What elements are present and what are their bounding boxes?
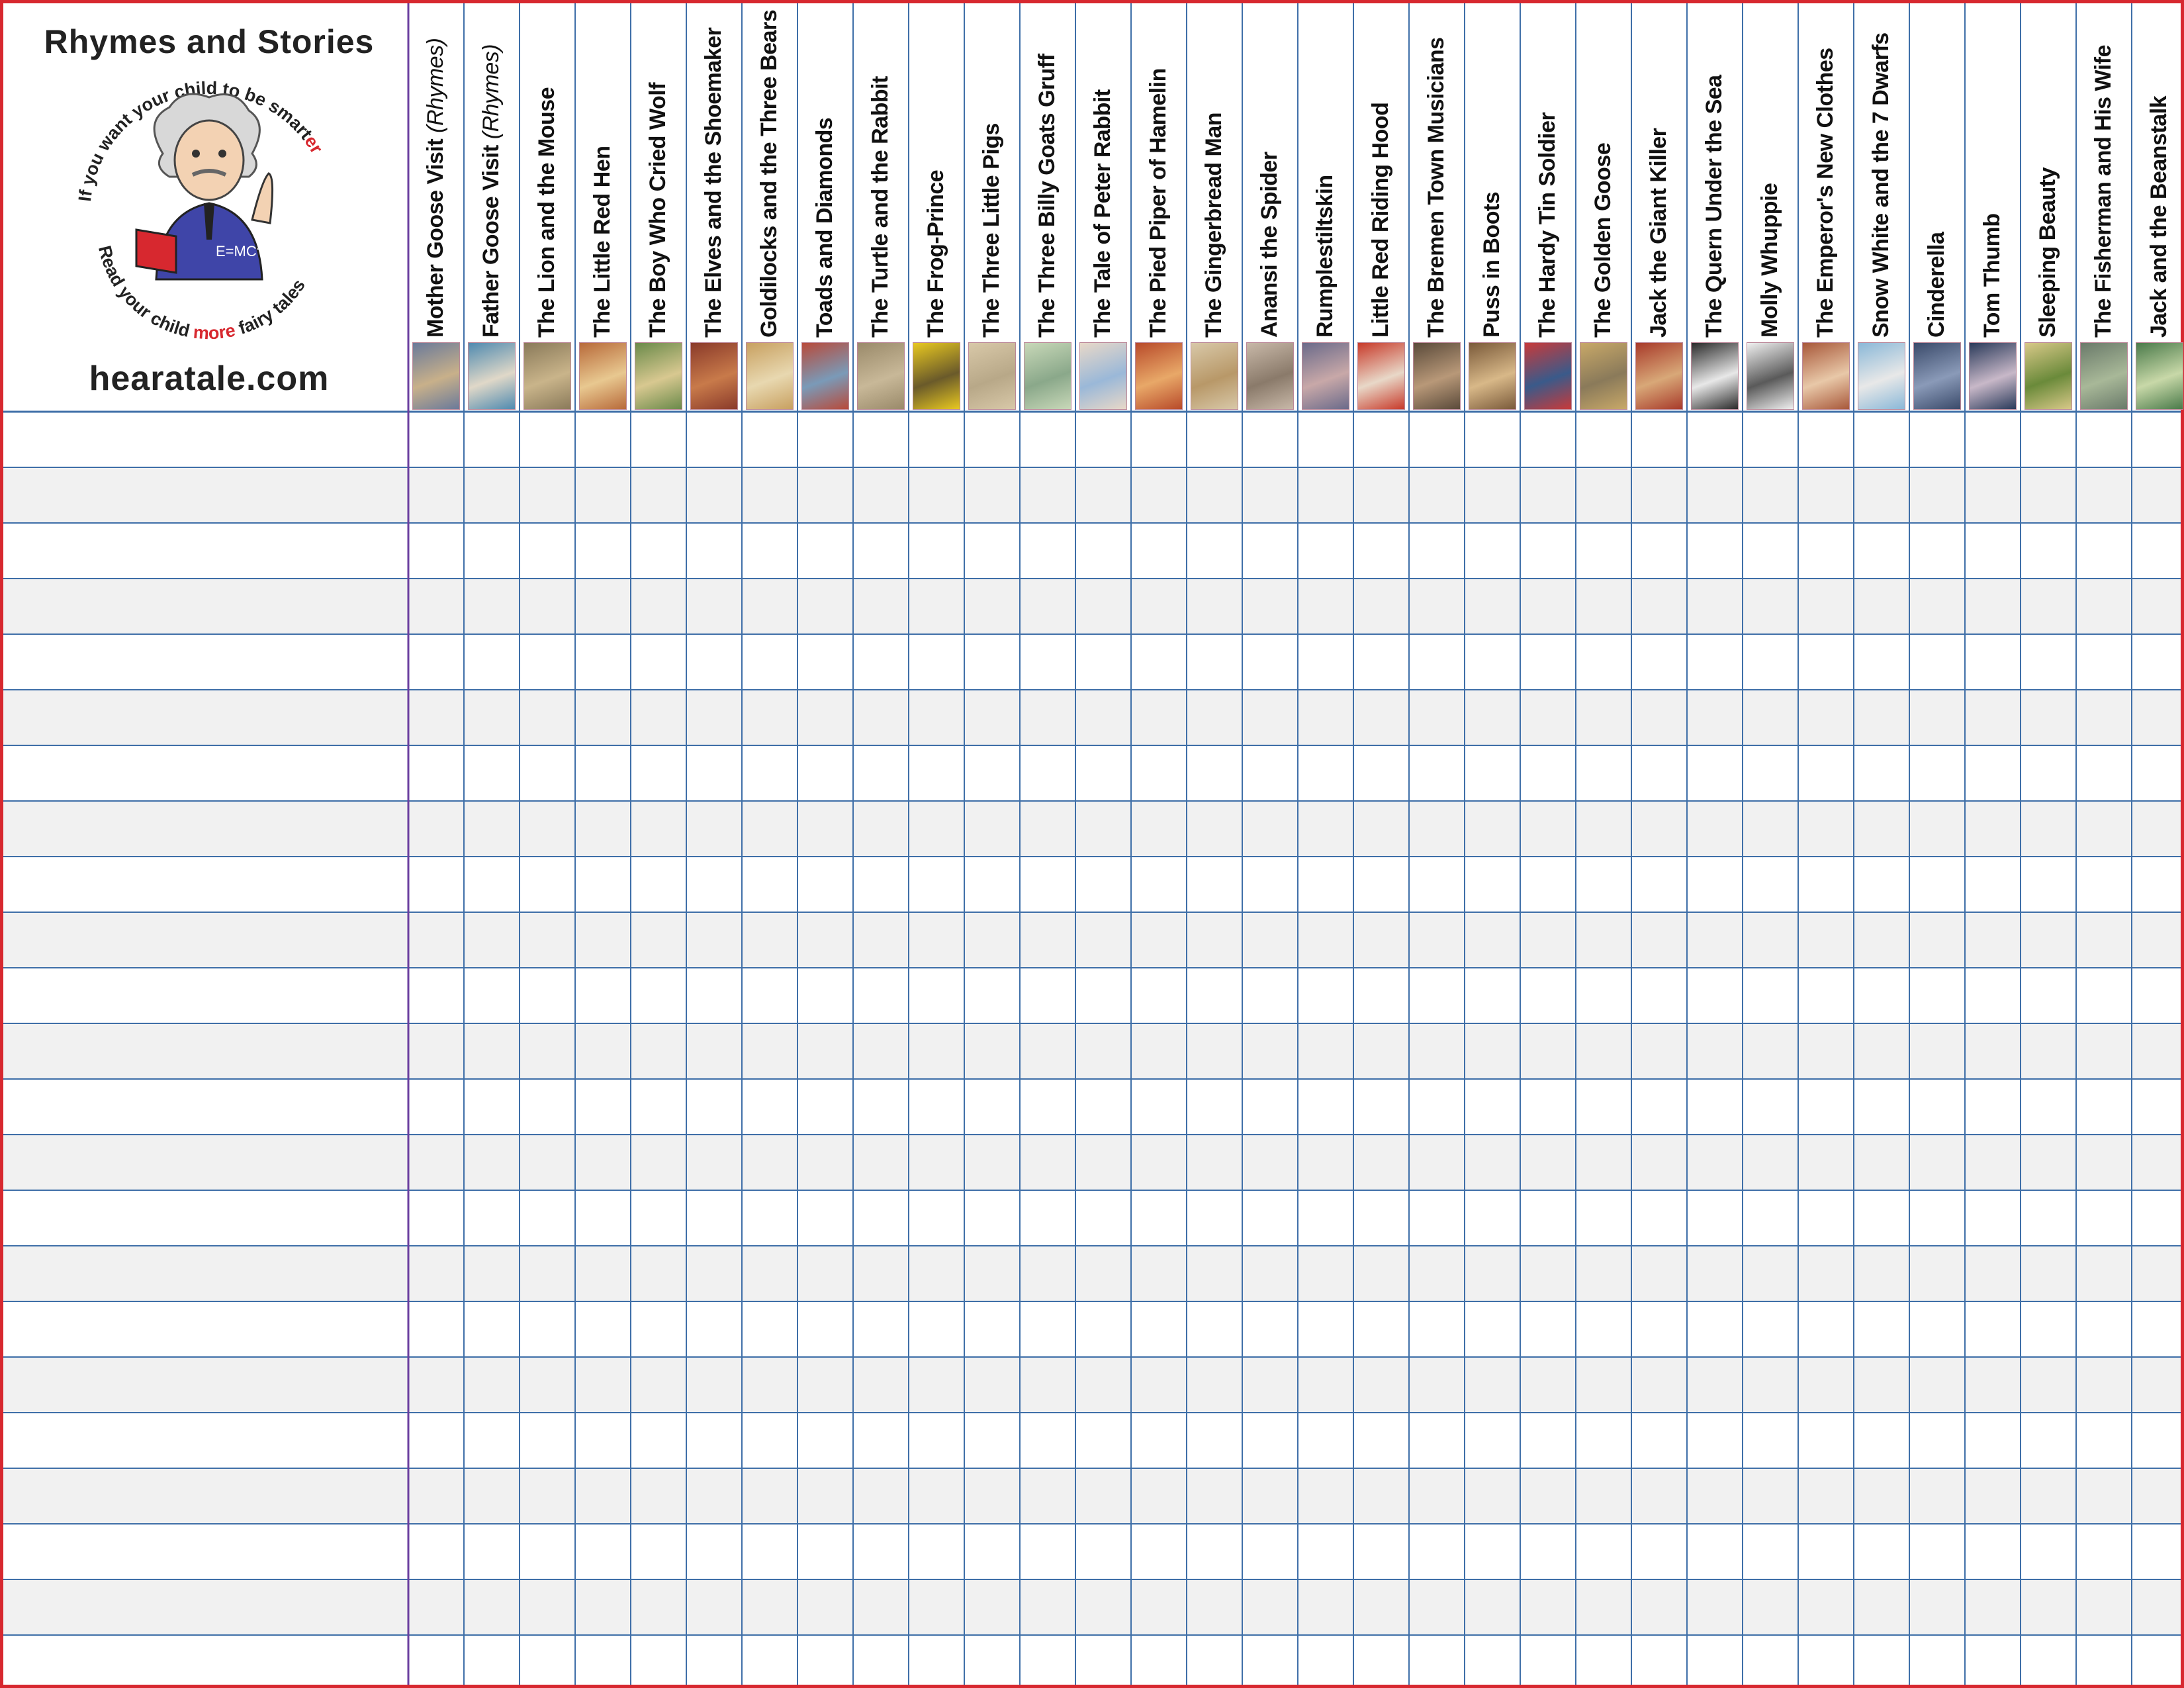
story-title: The Golden Goose [1590,142,1615,338]
story-title: The Lion and the Mouse [534,87,559,338]
story-thumbnail [1024,342,1071,410]
story-thumbnail [857,342,905,410]
story-thumbnail [1357,342,1405,410]
story-title: Jack the Giant Killer [1646,128,1671,338]
story-title: The Pied Piper of Hamelin [1146,68,1171,338]
story-thumbnail [1580,342,1627,410]
story-title: Little Red Riding Hood [1368,102,1393,338]
story-thumbnail [1747,342,1794,410]
story-column-header: Snow White and the 7 Dwarfs [1868,32,1894,338]
story-column-header: The Lion and the Mouse [534,87,560,338]
story-title: Molly Whuppie [1757,183,1782,338]
story-title: Snow White and the 7 Dwarfs [1868,32,1893,338]
story-thumbnail [801,342,849,410]
story-title: Sleeping Beauty [2035,167,2060,338]
story-column-header: Mother Goose Visit (Rhymes) [423,38,449,338]
story-thumbnail [523,342,571,410]
story-title: Jack and the Beanstalk [2146,95,2171,338]
story-title: Toads and Diamonds [812,117,837,338]
story-title: Father Goose Visit [478,145,504,338]
story-thumbnail [468,342,516,410]
story-column-header: Anansi the Spider [1257,152,1283,338]
story-thumbnail [2025,342,2072,410]
story-thumbnail [1913,342,1961,410]
story-thumbnail [2080,342,2128,410]
story-note: (Rhymes) [478,44,504,146]
story-column-header: The Boy Who Cried Wolf [645,83,671,338]
story-thumbnail [412,342,460,410]
story-thumbnail [1802,342,1850,410]
story-thumbnail [1858,342,1905,410]
story-title: The Gingerbread Man [1201,113,1226,338]
story-title: The Quern Under the Sea [1702,75,1727,338]
story-column-header: Rumplestiltskin [1312,175,1338,338]
story-column-header: The Pied Piper of Hamelin [1146,68,1171,338]
story-thumbnail [579,342,627,410]
story-column-header: Tom Thumb [1979,214,2005,338]
story-title: The Bremen Town Musicians [1424,37,1449,338]
story-thumbnail [1302,342,1349,410]
story-title: The Emperor's New Clothes [1813,48,1838,338]
story-thumbnail [1413,342,1461,410]
story-title: Mother Goose Visit [423,138,448,338]
story-column-header: Little Red Riding Hood [1368,103,1394,338]
story-title: The Elves and the Shoemaker [701,27,726,338]
story-title: Puss in Boots [1479,191,1504,338]
story-thumbnail [1079,342,1127,410]
story-title: The Three Little Pigs [979,123,1004,338]
story-column-header: The Three Little Pigs [979,123,1005,338]
story-column-header: The Three Billy Goats Gruff [1034,54,1060,338]
story-thumbnail [690,342,738,410]
story-title: The Turtle and the Rabbit [868,76,893,338]
story-column-header: Goldilocks and the Three Bears [756,10,782,338]
story-thumbnail [1635,342,1683,410]
story-column-header: Toads and Diamonds [812,118,838,338]
story-thumbnail [2136,342,2183,410]
story-column-header: The Bremen Town Musicians [1424,37,1449,338]
story-title: The Fisherman and His Wife [2091,45,2116,338]
story-column-header: The Turtle and the Rabbit [868,76,893,338]
story-title: Rumplestiltskin [1312,175,1338,338]
story-note: (Rhymes) [423,38,448,139]
story-column-header: Sleeping Beauty [2035,167,2061,338]
tracking-sheet: Rhymes and Stories If you want your chil… [0,0,2184,1688]
story-title: Goldilocks and the Three Bears [756,9,782,338]
story-column-header: Puss in Boots [1479,192,1505,338]
story-thumbnail [968,342,1016,410]
story-thumbnail [1691,342,1739,410]
story-column-header: The Little Red Hen [590,146,615,338]
story-thumbnail [635,342,682,410]
story-thumbnail [1524,342,1572,410]
story-column-header: The Golden Goose [1590,143,1616,338]
story-column-header: Molly Whuppie [1757,183,1783,338]
story-column-header: The Frog-Prince [923,170,949,338]
story-title: Cinderella [1924,232,1949,338]
story-column-header: The Fisherman and His Wife [2091,45,2116,338]
story-thumbnail [1135,342,1183,410]
story-column-header: Jack the Giant Killer [1646,128,1672,338]
story-column-header: Jack and the Beanstalk [2146,96,2172,338]
story-title: The Frog-Prince [923,169,948,338]
story-title: The Tale of Peter Rabbit [1090,89,1115,338]
story-column-header: The Tale of Peter Rabbit [1090,89,1116,338]
story-thumbnail [913,342,960,410]
story-title: The Boy Who Cried Wolf [645,82,670,338]
story-column-header: Father Goose Visit (Rhymes) [478,44,504,338]
story-thumbnail [1191,342,1238,410]
story-title: Anansi the Spider [1257,152,1282,338]
story-title: The Three Billy Goats Gruff [1034,54,1060,338]
story-thumbnail [1246,342,1294,410]
story-thumbnail [746,342,794,410]
story-title: Tom Thumb [1979,213,2005,338]
story-column-header: The Emperor's New Clothes [1813,48,1839,338]
story-thumbnail [1969,342,2017,410]
story-column-header: The Hardy Tin Soldier [1535,113,1561,338]
story-column-header: The Quern Under the Sea [1702,75,1727,338]
story-column-header: The Gingerbread Man [1201,113,1227,338]
story-column-header: The Elves and the Shoemaker [701,28,727,338]
story-title: The Hardy Tin Soldier [1535,112,1560,338]
story-thumbnail [1469,342,1516,410]
story-title: The Little Red Hen [590,146,615,338]
story-column-header: Cinderella [1924,232,1950,338]
